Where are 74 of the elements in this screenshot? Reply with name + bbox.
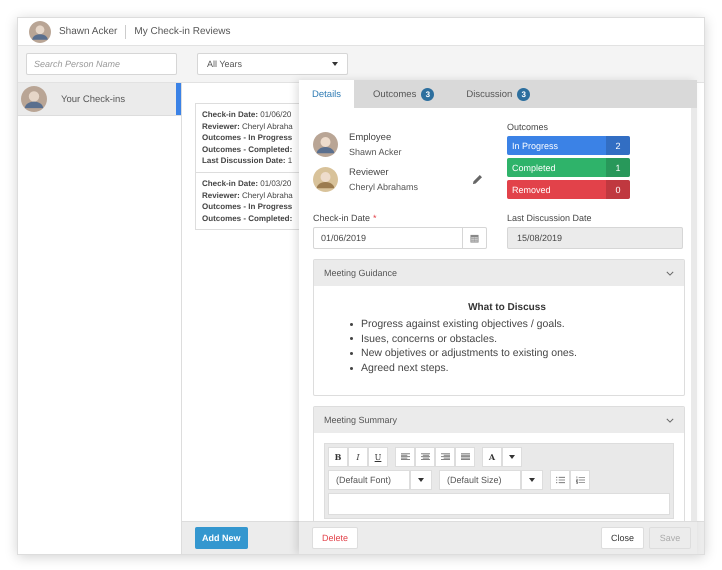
format-button[interactable]: B [328, 447, 348, 468]
format-button[interactable]: I [348, 447, 368, 468]
format-button[interactable]: U [368, 447, 388, 468]
checkin-detail: Check-in Date: 01/06/20 [202, 109, 292, 121]
chevron-icon[interactable] [666, 418, 674, 423]
checkin-detail: Check-in Date: 01/03/20 [202, 178, 292, 190]
year-dropdown[interactable]: All Years [197, 53, 348, 75]
font-dropdown[interactable]: (Default Font) [328, 470, 410, 490]
avatar-icon [21, 86, 47, 112]
outcome-bar[interactable]: Removed 0 [507, 180, 630, 199]
guidance-item: Isues, concerns or obstacles. [361, 332, 497, 346]
outcomes-label: Outcomes [507, 122, 550, 132]
avatar-icon [29, 20, 51, 42]
checkin-detail: Last Discussion Date: 1 [202, 155, 294, 167]
checkin-detail: Reviewer: Cheryl Abraha [202, 190, 294, 202]
guidance-item: New objetives or adjustments to existing ones. [361, 346, 577, 361]
search-field[interactable]: Search Person Name [26, 53, 177, 75]
person-name: Shawn Acker [349, 147, 403, 157]
avatar-icon [313, 167, 338, 192]
dropdown-button[interactable] [521, 470, 543, 490]
align-icon [440, 453, 450, 462]
date-field[interactable]: 01/06/2019 [313, 227, 487, 249]
avatar-icon [313, 132, 338, 157]
caret-icon [332, 62, 338, 66]
font-color-button[interactable]: A [482, 447, 502, 468]
align-button[interactable] [415, 447, 435, 468]
size-dropdown[interactable]: (Default Size) [439, 470, 521, 490]
bullet-list-icon [556, 476, 564, 484]
person-role: Reviewer [349, 167, 390, 178]
align-button[interactable] [435, 447, 455, 468]
numbered-list-button[interactable] [570, 470, 590, 490]
field-label: Check-in Date * [313, 213, 378, 223]
checkin-detail: Outcomes - In Progress [202, 132, 294, 144]
caret-icon [509, 455, 515, 460]
tab[interactable]: Outcomes 3 [360, 80, 448, 108]
outcome-bar[interactable]: In Progress 2 [507, 136, 630, 155]
guidance-item: Agreed next steps. [361, 360, 449, 376]
bullet-icon [350, 352, 353, 355]
caret-icon [418, 478, 424, 482]
section-title: Meeting Guidance [324, 268, 398, 278]
section-title: Meeting Summary [324, 415, 398, 426]
bullet-icon [350, 322, 353, 326]
tab[interactable]: Discussion 3 [453, 80, 544, 108]
sidebar-item[interactable]: Your Check-ins [18, 83, 181, 116]
dropdown-button[interactable] [410, 470, 432, 490]
person-role: Employee [349, 132, 392, 143]
pencil-icon[interactable] [472, 174, 483, 185]
bullet-icon [350, 337, 353, 340]
checkin-detail: Reviewer: Cheryl Abraha [202, 120, 294, 132]
checkin-detail: Outcomes - Completed: [202, 212, 294, 224]
delete-button[interactable]: Delete [312, 527, 358, 549]
checkin-detail: Outcomes - In Progress [202, 201, 294, 213]
align-button[interactable] [455, 447, 475, 468]
guidance-heading: What to Discuss [467, 302, 547, 313]
calendar-icon[interactable] [470, 234, 479, 242]
page-title: My Check-in Reviews [134, 26, 231, 37]
dropdown-button[interactable] [502, 447, 522, 468]
person-name: Cheryl Abrahams [349, 182, 420, 192]
bullet-icon [350, 366, 353, 370]
field-label: Last Discussion Date [507, 213, 593, 223]
close-button[interactable]: Close [600, 527, 644, 549]
align-icon [400, 453, 410, 462]
checkin-detail: Outcomes - Completed: [202, 144, 294, 156]
align-icon [460, 453, 470, 462]
align-icon [420, 453, 430, 462]
tab[interactable]: Details [299, 80, 354, 108]
user-name: Shawn Acker [59, 26, 118, 37]
outcome-bar[interactable]: Completed 1 [507, 158, 630, 177]
bullet-list-button[interactable] [550, 470, 570, 490]
guidance-item: Progress against existing objectives / goals. [361, 317, 565, 332]
caret-icon [529, 478, 535, 482]
numbered-list-icon [576, 476, 584, 484]
chevron-icon[interactable] [666, 270, 674, 276]
align-button[interactable] [395, 447, 415, 468]
